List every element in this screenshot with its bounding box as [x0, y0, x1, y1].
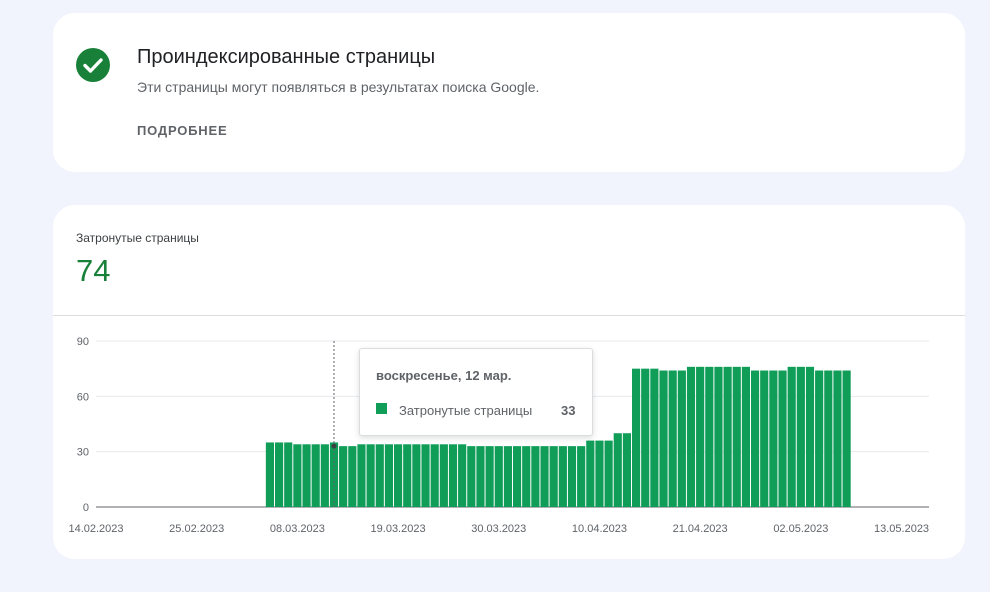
chart-bar	[741, 366, 750, 507]
x-tick-label: 10.04.2023	[572, 523, 627, 535]
chart-bar	[558, 446, 567, 507]
chart-bar	[293, 444, 302, 507]
chart-bar	[467, 446, 476, 507]
check-circle-icon	[76, 48, 110, 82]
tooltip-value: 33	[561, 403, 576, 418]
details-link[interactable]: ПОДРОБНЕЕ	[137, 123, 227, 138]
chart-bar	[677, 370, 686, 507]
chart-bar	[540, 446, 549, 507]
chart-bar	[384, 444, 393, 507]
chart-bar	[567, 446, 577, 507]
chart-bar	[357, 444, 366, 507]
tooltip-legend-swatch	[376, 403, 387, 414]
chart-tooltip: воскресенье, 12 мар. Затронутые страницы…	[359, 348, 593, 436]
chart-bar	[751, 370, 760, 507]
chart-bar	[705, 366, 714, 507]
chart-bar	[522, 446, 531, 507]
chart-bar	[632, 368, 641, 507]
chart-bar	[430, 444, 439, 507]
chart-bar	[448, 444, 458, 507]
chart-bar	[842, 370, 851, 507]
chart-bar	[439, 444, 448, 507]
chart-bar	[613, 433, 622, 507]
chart-bar	[348, 446, 357, 507]
x-tick-label: 14.02.2023	[68, 523, 123, 535]
x-tick-label: 19.03.2023	[371, 523, 426, 535]
metric-label: Затронутые страницы	[76, 231, 199, 245]
y-tick-label: 90	[77, 336, 89, 348]
chart-bar	[760, 370, 769, 507]
chart-bar	[485, 446, 494, 507]
hover-point	[331, 443, 337, 449]
indexed-pages-card: Проиндексированные страницы Эти страницы…	[53, 13, 965, 172]
chart-bar	[696, 366, 705, 507]
chart-bar	[476, 446, 485, 507]
tooltip-date: воскресенье, 12 мар.	[376, 368, 512, 383]
chart-bar	[604, 440, 613, 507]
chart-bar	[494, 446, 503, 507]
tooltip-series-name: Затронутые страницы	[399, 403, 533, 418]
chart-bar	[503, 446, 512, 507]
chart-bar	[549, 446, 558, 507]
metric-value: 74	[76, 253, 111, 288]
chart-bar	[641, 368, 650, 507]
status-title: Проиндексированные страницы	[137, 46, 436, 68]
chart-bar	[732, 366, 741, 507]
chart-bar	[659, 370, 668, 507]
chart-bar	[824, 370, 833, 507]
chart-bar	[366, 444, 375, 507]
chart-bar	[622, 433, 631, 507]
x-tick-label: 25.02.2023	[169, 523, 224, 535]
affected-pages-card: Затронутые страницы 74 0 30 60 90 14.02.2023…	[53, 205, 965, 559]
chart-bar	[577, 446, 586, 507]
chart-bar	[714, 366, 723, 507]
chart-bar	[458, 444, 467, 507]
y-tick-label: 60	[77, 391, 89, 403]
chart-bar	[650, 368, 659, 507]
chart-bar	[787, 366, 796, 507]
chart-bar	[723, 366, 732, 507]
x-tick-label: 08.03.2023	[270, 523, 325, 535]
chart-bar	[686, 366, 696, 507]
chart-bar	[265, 442, 274, 507]
chart-bar	[284, 442, 293, 507]
status-description: Эти страницы могут появляться в результа…	[137, 79, 540, 95]
chart-bar	[394, 444, 403, 507]
chart-bar	[320, 444, 329, 507]
chart-bar	[339, 446, 348, 507]
y-tick-label: 0	[83, 502, 89, 514]
chart-bar	[769, 370, 778, 507]
chart-bar	[275, 442, 284, 507]
chart-bar	[531, 446, 540, 507]
x-tick-label: 13.05.2023	[874, 523, 929, 535]
chart-bar	[778, 370, 787, 507]
chart-bar	[595, 440, 604, 507]
chart-bar	[311, 444, 320, 507]
x-tick-label: 30.03.2023	[471, 523, 526, 535]
x-tick-label: 02.05.2023	[773, 523, 828, 535]
chart-bar	[375, 444, 384, 507]
chart-bar	[833, 370, 842, 507]
x-tick-label: 21.04.2023	[673, 523, 728, 535]
chart-bar	[815, 370, 824, 507]
chart-bar	[796, 366, 805, 507]
chart-bar	[302, 444, 311, 507]
chart-bar	[412, 444, 421, 507]
chart-bar	[421, 444, 430, 507]
chart-bar	[668, 370, 677, 507]
chart-bar	[513, 446, 522, 507]
chart-bar	[403, 444, 412, 507]
y-tick-label: 30	[77, 447, 89, 459]
chart-bar	[805, 366, 815, 507]
chart-bar	[586, 440, 595, 507]
